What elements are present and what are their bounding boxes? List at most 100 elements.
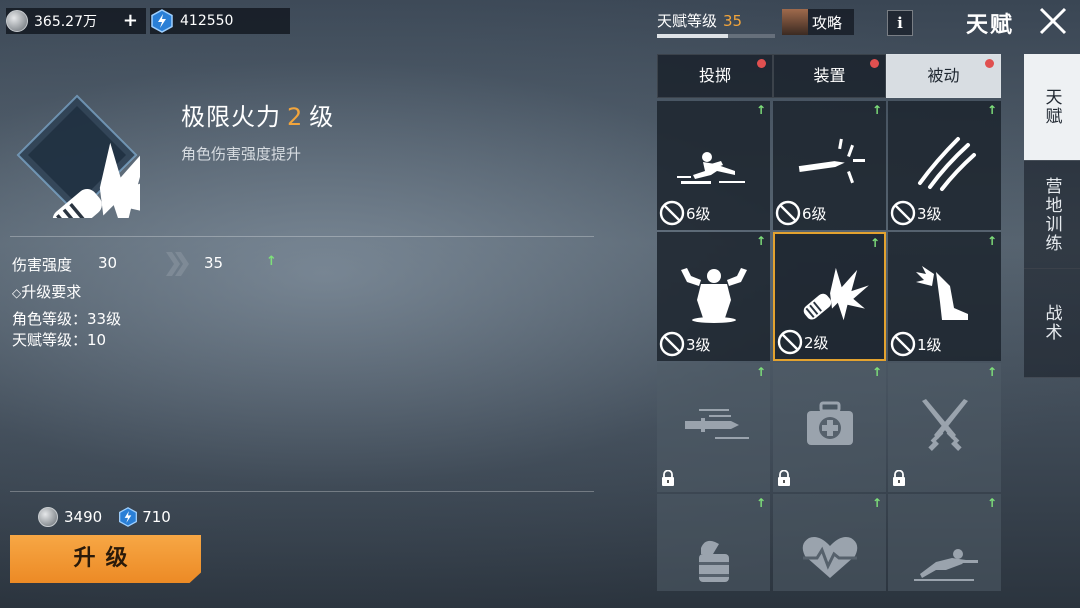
talent-cell-crawl-soldier[interactable]: ↑ xyxy=(888,494,1001,591)
cost-divider xyxy=(10,491,594,492)
lock-icon xyxy=(777,470,791,486)
upgrade-requirements-label: 升级要求 xyxy=(21,283,82,301)
disabled-icon xyxy=(775,200,801,226)
energy-cost: 710 xyxy=(142,508,171,526)
skill-name: 极限火力 xyxy=(181,103,281,131)
talent-level-status: 1级 xyxy=(890,331,942,357)
talent-level-text: 6级 xyxy=(686,204,711,223)
talent-cell-slide-kick[interactable]: ↑ 6级 xyxy=(657,101,770,230)
talent-level-text: 6级 xyxy=(802,204,827,223)
firepower-icon xyxy=(793,264,871,326)
up-arrow-icon: ↑ xyxy=(871,103,882,117)
up-arrow-icon: ↑ xyxy=(871,365,882,379)
tab-passive-label: 被动 xyxy=(927,66,960,85)
requirement-role-level: 角色等级：33级 xyxy=(12,310,122,328)
upgrade-requirements-title: ◇升级要求 xyxy=(12,281,81,302)
guide-button-label: 攻略 xyxy=(812,13,843,32)
silver-cost: 3490 xyxy=(64,508,103,526)
guide-button[interactable]: 攻略 xyxy=(782,9,854,35)
energy-hex-icon xyxy=(118,507,138,527)
page-title: 天赋 xyxy=(966,13,1015,38)
silver-amount: 365.27万 xyxy=(34,14,97,30)
disabled-icon xyxy=(659,200,685,226)
skill-title: 极限火力 2 级 xyxy=(181,97,334,132)
stat-label: 伤害强度 xyxy=(12,256,73,274)
up-arrow-icon: ↑ xyxy=(755,103,766,117)
talent-cell-canned-food[interactable]: ↑ xyxy=(657,494,770,591)
close-icon[interactable] xyxy=(1036,4,1070,38)
energy-hex-icon xyxy=(150,9,174,33)
talent-level-text: 1级 xyxy=(917,335,942,354)
stat-up-arrow-icon: ↑ xyxy=(266,254,277,269)
silver-coin-icon xyxy=(38,507,58,527)
disabled-icon xyxy=(659,331,685,357)
talent-level-text: 2级 xyxy=(804,333,829,352)
up-arrow-icon: ↑ xyxy=(869,236,880,250)
talent-level-status: 6级 xyxy=(775,200,827,226)
bullet-icon xyxy=(798,138,865,184)
crossed-knives-icon xyxy=(922,399,968,451)
silver-currency-box[interactable]: 365.27万 + xyxy=(6,8,146,34)
disabled-icon xyxy=(890,331,916,357)
requirement-talent-level: 天赋等级：10 xyxy=(12,331,107,349)
talent-level-label: 天赋等级 xyxy=(657,12,718,30)
talent-cell-medkit[interactable]: ↑ xyxy=(773,363,886,492)
talent-level-status: 6级 xyxy=(659,200,711,226)
disabled-icon xyxy=(777,329,803,355)
talent-cell-firepower[interactable]: ↑ 2级 xyxy=(773,232,886,361)
talent-level-status: 2级 xyxy=(777,329,829,355)
side-tab-camp-training-label: 营地训练 xyxy=(1041,177,1062,253)
disabled-icon xyxy=(890,200,916,226)
double-chevron-icon xyxy=(166,252,189,276)
talent-cell-crossed-knives[interactable]: ↑ xyxy=(888,363,1001,492)
add-currency-button[interactable]: + xyxy=(123,12,138,30)
upgrade-button[interactable]: 升级 xyxy=(10,535,201,583)
tab-device[interactable]: 装置 xyxy=(773,54,886,98)
upgrade-cost: 3490 710 xyxy=(38,507,171,527)
tab-device-label: 装置 xyxy=(813,66,846,85)
muscle-icon xyxy=(681,268,747,323)
up-arrow-icon: ↑ xyxy=(986,234,997,248)
upgrade-button-label: 升级 xyxy=(73,546,138,571)
heartbeat-icon xyxy=(802,537,858,578)
tab-throw-label: 投掷 xyxy=(698,66,731,85)
slide-kick-icon xyxy=(677,152,745,184)
energy-currency-box: 412550 xyxy=(150,8,290,34)
talent-cell-bullet[interactable]: ↑ 6级 xyxy=(773,101,886,230)
stat-row: 伤害强度 30 35 ↑ xyxy=(12,252,312,276)
up-arrow-icon: ↑ xyxy=(755,234,766,248)
winged-boot-icon xyxy=(916,266,968,320)
notification-dot xyxy=(985,59,994,68)
talent-level-display: 天赋等级 35 xyxy=(657,10,775,38)
talent-cell-speed-knife[interactable]: ↑ xyxy=(657,363,770,492)
talent-cell-claw-slash[interactable]: ↑ 3级 xyxy=(888,101,1001,230)
up-arrow-icon: ↑ xyxy=(755,365,766,379)
talent-level-status: 3级 xyxy=(890,200,942,226)
speed-knife-icon xyxy=(685,409,749,439)
diamond-bullet-icon: ◇ xyxy=(12,286,22,300)
side-tab-talent-label: 天赋 xyxy=(1041,88,1062,126)
talent-cell-heartbeat[interactable]: ↑ xyxy=(773,494,886,591)
up-arrow-icon: ↑ xyxy=(755,496,766,510)
canned-food-icon xyxy=(699,540,729,582)
up-arrow-icon: ↑ xyxy=(986,496,997,510)
talent-level-text: 3级 xyxy=(686,335,711,354)
talent-cell-winged-boot[interactable]: ↑ 1级 xyxy=(888,232,1001,361)
talent-level-progress-bar xyxy=(657,34,775,38)
skill-description: 角色伤害强度提升 xyxy=(181,145,302,163)
side-tab-camp-training[interactable]: 营地训练 xyxy=(1024,160,1080,269)
skill-level-unit: 级 xyxy=(309,103,335,131)
lock-icon xyxy=(661,470,675,486)
info-button[interactable]: i xyxy=(887,10,913,36)
side-tab-talent[interactable]: 天赋 xyxy=(1024,54,1080,160)
talent-cell-muscle[interactable]: ↑ 3级 xyxy=(657,232,770,361)
up-arrow-icon: ↑ xyxy=(986,103,997,117)
energy-amount: 412550 xyxy=(180,13,234,29)
skill-big-icon xyxy=(14,92,140,218)
tab-throw[interactable]: 投掷 xyxy=(657,54,773,98)
silver-coin-icon xyxy=(6,10,28,32)
side-tab-tactics[interactable]: 战术 xyxy=(1024,268,1080,378)
tab-passive[interactable]: 被动 xyxy=(886,54,1001,98)
talent-grid: ↑ 6级 ↑ 6级 ↑ 3级 ↑ 3级 ↑ 2级 ↑ 1级 ↑ ↑ ↑ ↑ ↑ … xyxy=(657,101,1001,591)
up-arrow-icon: ↑ xyxy=(986,365,997,379)
